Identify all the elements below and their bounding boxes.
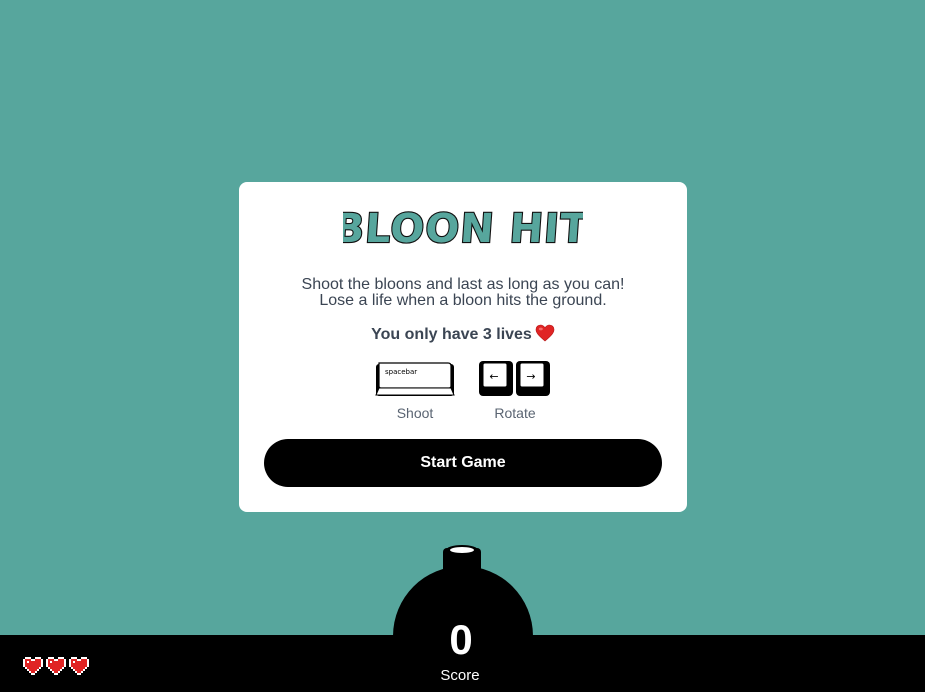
instruction-line-1: Shoot the bloons and last as long as you… <box>301 276 625 293</box>
cannon-barrel <box>443 548 481 618</box>
shoot-control: spacebar Shoot <box>374 360 456 421</box>
shoot-label: Shoot <box>396 405 434 421</box>
game-title-logo: BLOON HIT <box>343 205 583 252</box>
score-value: 0 <box>449 616 473 663</box>
rotate-control: ← → Rotate <box>478 360 552 421</box>
start-modal: BLOON HIT Shoot the bloons and last as l… <box>239 182 687 512</box>
heart-emoji-icon <box>535 324 555 347</box>
score-label: Score <box>440 667 480 684</box>
spacebar-key-icon: spacebar <box>375 362 455 396</box>
pixel-heart-icon <box>23 657 43 675</box>
instructions-text: Shoot the bloons and last as long as you… <box>239 277 687 309</box>
controls-legend: spacebar Shoot ← → Rotate <box>239 360 687 421</box>
lives-info: You only have 3 lives <box>239 324 687 344</box>
pixel-heart-icon <box>46 657 66 675</box>
game-title: BLOON HIT <box>239 200 687 252</box>
pixel-heart-icon <box>69 657 89 675</box>
svg-text:←: ← <box>489 370 498 383</box>
start-game-button[interactable]: Start Game <box>264 439 662 487</box>
svg-text:BLOON HIT: BLOON HIT <box>343 206 583 252</box>
instruction-line-2: Lose a life when a bloon hits the ground… <box>319 292 607 309</box>
rotate-label: Rotate <box>494 405 536 421</box>
lives-text: You only have 3 lives <box>371 326 532 343</box>
svg-text:spacebar: spacebar <box>385 368 417 376</box>
svg-text:→: → <box>526 370 535 383</box>
arrow-keys-icon: ← → <box>479 361 550 396</box>
